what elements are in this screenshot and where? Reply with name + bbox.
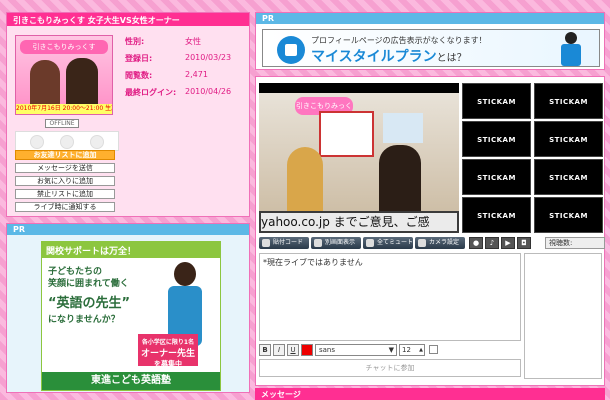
- profile-thumbnail[interactable]: 引きこもりみっくす 2010年7月16日 20:00〜21:00 生放送決定！: [15, 35, 113, 115]
- stepper-icon: ▲: [419, 347, 423, 353]
- underline-button[interactable]: U: [287, 344, 299, 356]
- person-image: [379, 145, 421, 219]
- english-school-ad[interactable]: 関校サポートは万全！ 子どもたちの 笑顔に囲まれて働く “英語の先生” になりま…: [41, 241, 221, 391]
- person-image: [30, 60, 60, 110]
- gender-label: 性別:: [125, 37, 145, 46]
- pr-header: PR: [256, 13, 604, 24]
- color-picker[interactable]: [301, 344, 313, 356]
- live-video[interactable]: 引きこもりみっくす yahoo.co.jp までご意見、ご感: [259, 83, 459, 233]
- views-label: 閲覧数:: [125, 71, 153, 80]
- chat-log[interactable]: *現在ライブではありません: [259, 253, 521, 341]
- ribbon-line: オーナー先生: [140, 349, 195, 359]
- person-image: [287, 147, 323, 217]
- viewer-tile[interactable]: STICKAM: [534, 159, 603, 195]
- join-chat-button[interactable]: チャットに参加: [259, 359, 521, 377]
- font-value: sans: [319, 346, 336, 354]
- font-size-value: 12: [402, 346, 411, 354]
- message-header: メッセージ: [255, 388, 605, 400]
- popout-button[interactable]: 別画面表示: [311, 237, 361, 249]
- add-favorite-button[interactable]: お気に入りに追加: [15, 176, 115, 186]
- plus-icon: [277, 36, 305, 64]
- video-icon[interactable]: ▶: [501, 237, 515, 249]
- pr-header: PR: [7, 224, 249, 235]
- live-toolbar: 貼付コード 別画面表示 全てミュート カメラ設定 ● ♪ ▶ ◘ 視聴数:: [259, 237, 605, 249]
- viewer-tile[interactable]: STICKAM: [462, 197, 531, 233]
- viewer-tile[interactable]: STICKAM: [534, 83, 603, 119]
- offline-badge: OFFLINE: [45, 119, 79, 128]
- status-circle-icon: [30, 135, 44, 149]
- last-login-label: 最終ログイン:: [125, 88, 177, 97]
- ad-ribbon: 各小学区に限り1名 オーナー先生 を募集中: [138, 334, 198, 368]
- thumb-band: 2010年7月16日 20:00〜21:00 生放送決定！: [16, 104, 112, 114]
- record-icon[interactable]: ●: [469, 237, 483, 249]
- music-icon[interactable]: ♪: [485, 237, 499, 249]
- option-checkbox[interactable]: [429, 345, 438, 354]
- camera-settings-button[interactable]: カメラ設定: [415, 237, 465, 249]
- ribbon-line: 各小学区に限り1名: [141, 339, 195, 346]
- video-board: [319, 111, 374, 157]
- live-notify-button[interactable]: ライブ時に通知する: [15, 202, 115, 212]
- person-icon: [559, 32, 583, 66]
- mute-all-button[interactable]: 全てミュート: [363, 237, 413, 249]
- ribbon-line: を募集中: [154, 360, 182, 368]
- ad-line1: プロフィールページの広告表示がなくなります！: [311, 36, 487, 45]
- ad-brand-line: マイスタイルプランとは？: [311, 46, 467, 66]
- chevron-down-icon: ▼: [388, 346, 394, 354]
- viewer-tile[interactable]: STICKAM: [462, 121, 531, 157]
- profile-title: 引きこもりみっくす 女子大生VS女性オーナー: [7, 13, 249, 26]
- video-poster: [383, 113, 423, 143]
- ad-line: “英語の先生”: [48, 296, 131, 311]
- ad-top: 関校サポートは万全！: [42, 242, 220, 258]
- registered-label: 登録日:: [125, 54, 153, 63]
- pr-right-panel: PR プロフィールページの広告表示がなくなります！ マイスタイルプランとは？: [255, 12, 605, 70]
- thumb-logo: 引きこもりみっくす: [20, 40, 108, 54]
- views-value: 2,471: [185, 70, 208, 79]
- live-panel: 引きこもりみっくす yahoo.co.jp までご意見、ご感 STICKAM S…: [255, 76, 605, 386]
- ad-line: になりませんか？: [48, 315, 120, 325]
- add-friend-button[interactable]: お友達リストに追加: [15, 150, 115, 160]
- ad-brand: マイスタイルプラン: [311, 49, 437, 65]
- status-circle-icon: [60, 135, 74, 149]
- status-bar: [15, 131, 119, 151]
- last-login-value: 2010/04/26: [185, 87, 232, 96]
- font-size-select[interactable]: 12 ▲: [399, 344, 425, 356]
- send-message-button[interactable]: メッセージを送信: [15, 163, 115, 173]
- viewer-tile[interactable]: STICKAM: [462, 83, 531, 119]
- add-block-button[interactable]: 禁止リストに追加: [15, 189, 115, 199]
- ad-footer: 東進こども英語塾: [42, 372, 220, 390]
- pr-left-panel: PR 関校サポートは万全！ 子どもたちの 笑顔に囲まれて働く “英語の先生” に…: [6, 223, 250, 393]
- italic-button[interactable]: I: [273, 344, 285, 356]
- format-bar: B I U sans ▼ 12 ▲: [259, 344, 521, 356]
- mystyle-plan-ad[interactable]: プロフィールページの広告表示がなくなります！ マイスタイルプランとは？: [262, 29, 600, 67]
- user-list[interactable]: [524, 253, 602, 379]
- ad-suffix: とは？: [436, 53, 467, 64]
- bold-button[interactable]: B: [259, 344, 271, 356]
- ad-line: 笑顔に囲まれて働く: [48, 279, 129, 289]
- viewer-tile[interactable]: STICKAM: [534, 121, 603, 157]
- gender-value: 女性: [185, 37, 201, 46]
- camera-icon[interactable]: ◘: [517, 237, 531, 249]
- status-circle-icon: [90, 135, 104, 149]
- registered-value: 2010/03/23: [185, 53, 232, 62]
- viewer-grid: STICKAM STICKAM STICKAM STICKAM STICKAM …: [462, 83, 604, 233]
- viewer-count: 視聴数:: [545, 237, 605, 249]
- video-caption: yahoo.co.jp までご意見、ご感: [261, 213, 457, 231]
- profile-panel: 引きこもりみっくす 女子大生VS女性オーナー 引きこもりみっくす 2010年7月…: [6, 12, 250, 217]
- viewer-tile[interactable]: STICKAM: [462, 159, 531, 195]
- font-select[interactable]: sans ▼: [315, 344, 397, 356]
- embed-code-button[interactable]: 貼付コード: [259, 237, 309, 249]
- viewer-tile[interactable]: STICKAM: [534, 197, 603, 233]
